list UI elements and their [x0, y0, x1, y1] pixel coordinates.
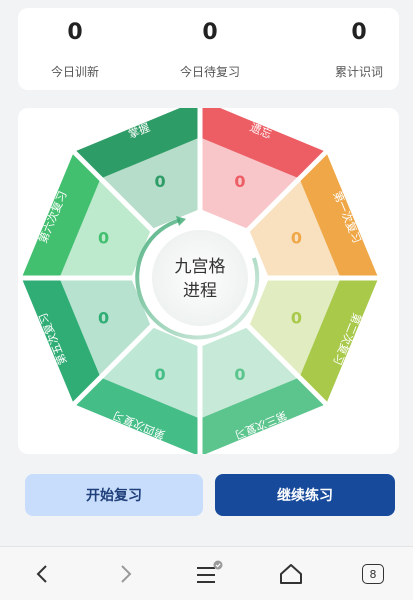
- stat-today-new-value: 0: [67, 20, 83, 45]
- back-button[interactable]: [24, 557, 60, 591]
- stat-today-review[interactable]: 0 今日待复习: [150, 8, 270, 90]
- nine-grid-card: 遗忘 0 第一次复习 0 第二次复习 0 第三次复习 0 第四次复习 0 第五次复习 0 第六次复习 0 掌…: [18, 108, 399, 454]
- stat-today-review-value: 0: [202, 20, 218, 45]
- menu-icon: [197, 560, 223, 583]
- back-icon: [36, 565, 47, 583]
- grid-cell-count: 0: [291, 308, 302, 327]
- center-circle[interactable]: [152, 230, 248, 326]
- continue-practice-button[interactable]: 继续练习: [215, 474, 395, 516]
- grid-cell-count: 0: [155, 365, 166, 384]
- stats-card: 0 今日训新 0 今日待复习 0 累计识词: [18, 8, 399, 90]
- home-button[interactable]: [273, 557, 309, 591]
- browser-bottom-bar: 8: [0, 546, 413, 600]
- center-title-line1: 九宫格: [175, 257, 226, 277]
- stat-total-words-label: 累计识词: [334, 65, 383, 79]
- grid-cell-count: 0: [98, 229, 109, 248]
- grid-cell-count: 0: [291, 229, 302, 248]
- grid-cell-count: 0: [234, 172, 245, 191]
- center-title-line2: 进程: [183, 281, 217, 301]
- tabs-icon: 8: [362, 564, 384, 584]
- tabs-button[interactable]: 8: [355, 557, 391, 591]
- stat-today-new-label: 今日训新: [50, 65, 99, 79]
- grid-cell-count: 0: [98, 308, 109, 327]
- menu-button[interactable]: [190, 557, 226, 591]
- action-buttons: 开始复习 继续练习: [0, 474, 413, 518]
- stat-total-words[interactable]: 0 累计识词: [299, 8, 413, 90]
- stat-today-new[interactable]: 0 今日训新: [15, 8, 135, 90]
- start-review-button[interactable]: 开始复习: [25, 474, 203, 516]
- grid-cell-count: 0: [155, 172, 166, 191]
- nine-grid-diagram: 遗忘0第一次复习0第二次复习0第三次复习0第四次复习0第五次复习 0第六次复习 0掌…: [22, 108, 378, 454]
- forward-button[interactable]: [108, 557, 144, 591]
- forward-icon: [121, 565, 132, 583]
- home-icon: [280, 564, 302, 584]
- stat-total-words-value: 0: [351, 20, 367, 45]
- stat-today-review-label: 今日待复习: [179, 65, 240, 79]
- grid-cell-count: 0: [234, 365, 245, 384]
